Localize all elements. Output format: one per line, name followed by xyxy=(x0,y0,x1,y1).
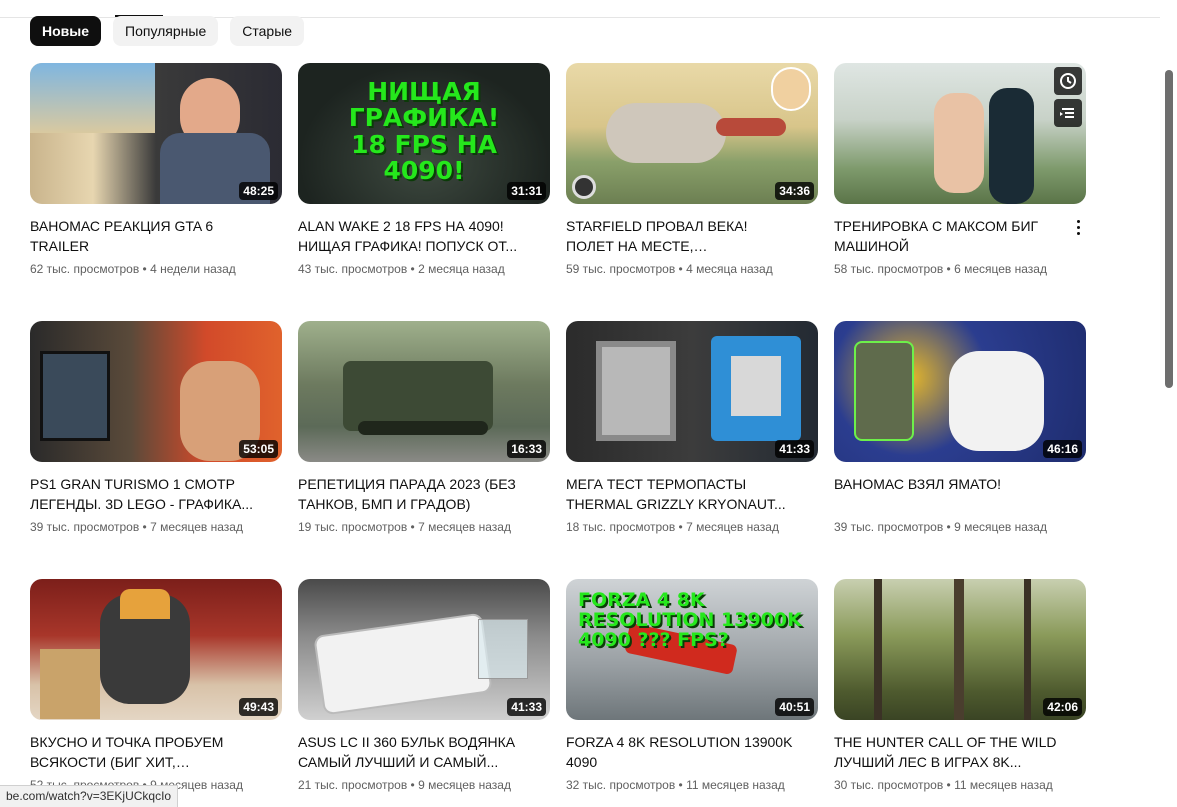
sort-chips: Новые Популярные Старые xyxy=(30,16,305,46)
video-thumbnail[interactable]: 46:16 xyxy=(834,321,1086,462)
video-card[interactable]: 49:43 ВКУСНО И ТОЧКА ПРОБУЕМ ВСЯКОСТИ (Б… xyxy=(30,579,282,807)
video-title[interactable]: THE HUNTER CALL OF THE WILD ЛУЧШИЙ ЛЕС В… xyxy=(834,732,1086,772)
video-thumbnail[interactable]: 16:33 xyxy=(298,321,550,462)
video-title[interactable]: ВКУСНО И ТОЧКА ПРОБУЕМ ВСЯКОСТИ (БИГ ХИТ… xyxy=(30,732,282,772)
video-duration: 49:43 xyxy=(239,698,278,716)
video-title[interactable]: РЕПЕТИЦИЯ ПАРАДА 2023 (БЕЗ ТАНКОВ, БМП И… xyxy=(298,474,550,514)
video-title[interactable]: FORZA 4 8K RESOLUTION 13900K 4090 xyxy=(566,732,818,772)
video-card[interactable]: ТРЕНИРОВКА С МАКСОМ БИГ МАШИНОЙ 58 тыс. … xyxy=(834,63,1086,321)
queue-icon xyxy=(1060,108,1074,118)
video-card[interactable]: 34:36 STARFIELD ПРОВАЛ ВЕКА! ПОЛЕТ НА МЕ… xyxy=(566,63,818,321)
video-meta: 18 тыс. просмотров • 7 месяцев назад xyxy=(566,520,779,534)
video-thumbnail[interactable]: 41:33 xyxy=(566,321,818,462)
video-grid: 48:25 ВАНОМАС РЕАКЦИЯ GTA 6 TRAILER 62 т… xyxy=(30,63,1086,807)
video-thumbnail[interactable]: 34:36 xyxy=(566,63,818,204)
link-status-bar: be.com/watch?v=3EKjUCkqcIo xyxy=(0,785,179,807)
video-title[interactable]: ASUS LC II 360 БУЛЬК ВОДЯНКА САМЫЙ ЛУЧШИ… xyxy=(298,732,550,772)
video-meta: 39 тыс. просмотров • 9 месяцев назад xyxy=(834,520,1047,534)
video-meta: 32 тыс. просмотров • 11 месяцев назад xyxy=(566,778,785,792)
video-title[interactable]: ALAN WAKE 2 18 FPS НА 4090! НИЩАЯ ГРАФИК… xyxy=(298,216,550,256)
scrollbar-thumb[interactable] xyxy=(1165,70,1173,388)
video-thumbnail[interactable]: НИЩАЯ ГРАФИКА! 18 FPS НА 4090! 31:31 xyxy=(298,63,550,204)
add-to-queue-button[interactable] xyxy=(1054,99,1082,127)
video-duration: 16:33 xyxy=(507,440,546,458)
video-card[interactable]: FORZA 4 8K RESOLUTION 13900K 4090 ??? FP… xyxy=(566,579,818,807)
view-count: 39 тыс. просмотров xyxy=(30,520,140,534)
video-title[interactable]: МЕГА ТЕСТ ТЕРМОПАСТЫ THERMAL GRIZZLY KRY… xyxy=(566,474,818,514)
video-thumbnail[interactable] xyxy=(834,63,1086,204)
upload-age: 7 месяцев назад xyxy=(418,520,511,534)
view-count: 19 тыс. просмотров xyxy=(298,520,408,534)
video-title[interactable]: ВАНОМАС РЕАКЦИЯ GTA 6 TRAILER xyxy=(30,216,282,256)
video-thumbnail[interactable]: 53:05 xyxy=(30,321,282,462)
view-count: 59 тыс. просмотров xyxy=(566,262,676,276)
view-count: 32 тыс. просмотров xyxy=(566,778,676,792)
video-duration: 41:33 xyxy=(507,698,546,716)
page-scrollbar[interactable] xyxy=(1161,0,1177,807)
video-meta: 21 тыс. просмотров • 9 месяцев назад xyxy=(298,778,511,792)
video-meta: 62 тыс. просмотров • 4 недели назад xyxy=(30,262,236,276)
video-card[interactable]: 41:33 ASUS LC II 360 БУЛЬК ВОДЯНКА САМЫЙ… xyxy=(298,579,550,807)
view-count: 30 тыс. просмотров xyxy=(834,778,944,792)
chip-popular[interactable]: Популярные xyxy=(113,16,219,46)
chip-oldest[interactable]: Старые xyxy=(230,16,305,46)
view-count: 18 тыс. просмотров xyxy=(566,520,676,534)
video-title[interactable]: ВАНОМАС ВЗЯЛ ЯМАТО! xyxy=(834,474,1086,514)
video-title[interactable]: PS1 GRAN TURISMO 1 СМОТР ЛЕГЕНДЫ. 3D LEG… xyxy=(30,474,282,514)
clock-icon xyxy=(1060,73,1076,89)
video-duration: 34:36 xyxy=(775,182,814,200)
video-meta: 43 тыс. просмотров • 2 месяца назад xyxy=(298,262,505,276)
video-meta: 19 тыс. просмотров • 7 месяцев назад xyxy=(298,520,511,534)
chip-newest[interactable]: Новые xyxy=(30,16,102,46)
video-card[interactable]: 16:33 РЕПЕТИЦИЯ ПАРАДА 2023 (БЕЗ ТАНКОВ,… xyxy=(298,321,550,579)
view-count: 62 тыс. просмотров xyxy=(30,262,140,276)
upload-age: 4 месяца назад xyxy=(686,262,773,276)
view-count: 21 тыс. просмотров xyxy=(298,778,408,792)
video-duration: 53:05 xyxy=(239,440,278,458)
video-card[interactable]: НИЩАЯ ГРАФИКА! 18 FPS НА 4090! 31:31 ALA… xyxy=(298,63,550,321)
video-title[interactable]: ТРЕНИРОВКА С МАКСОМ БИГ МАШИНОЙ xyxy=(834,216,1086,256)
upload-age: 9 месяцев назад xyxy=(954,520,1047,534)
upload-age: 2 месяца назад xyxy=(418,262,505,276)
video-card[interactable]: 42:06 THE HUNTER CALL OF THE WILD ЛУЧШИЙ… xyxy=(834,579,1086,807)
video-card[interactable]: 53:05 PS1 GRAN TURISMO 1 СМОТР ЛЕГЕНДЫ. … xyxy=(30,321,282,579)
upload-age: 9 месяцев назад xyxy=(418,778,511,792)
upload-age: 7 месяцев назад xyxy=(150,520,243,534)
video-duration: 31:31 xyxy=(507,182,546,200)
upload-age: 6 месяцев назад xyxy=(954,262,1047,276)
video-thumbnail[interactable]: 48:25 xyxy=(30,63,282,204)
more-options-button[interactable] xyxy=(1070,217,1086,237)
video-duration: 42:06 xyxy=(1043,698,1082,716)
video-thumbnail[interactable]: 42:06 xyxy=(834,579,1086,720)
thumbnail-caption: НИЩАЯ ГРАФИКА! 18 FPS НА 4090! xyxy=(348,77,500,185)
upload-age: 11 месяцев назад xyxy=(954,778,1053,792)
video-card[interactable]: 41:33 МЕГА ТЕСТ ТЕРМОПАСТЫ THERMAL GRIZZ… xyxy=(566,321,818,579)
upload-age: 4 недели назад xyxy=(150,262,236,276)
view-count: 39 тыс. просмотров xyxy=(834,520,944,534)
video-duration: 40:51 xyxy=(775,698,814,716)
video-duration: 46:16 xyxy=(1043,440,1082,458)
upload-age: 7 месяцев назад xyxy=(686,520,779,534)
thumbnail-caption: FORZA 4 8K RESOLUTION 13900K 4090 ??? FP… xyxy=(578,589,802,651)
video-card[interactable]: 48:25 ВАНОМАС РЕАКЦИЯ GTA 6 TRAILER 62 т… xyxy=(30,63,282,321)
video-duration: 41:33 xyxy=(775,440,814,458)
video-card[interactable]: 46:16 ВАНОМАС ВЗЯЛ ЯМАТО! 39 тыс. просмо… xyxy=(834,321,1086,579)
video-meta: 59 тыс. просмотров • 4 месяца назад xyxy=(566,262,773,276)
view-count: 43 тыс. просмотров xyxy=(298,262,408,276)
watch-later-button[interactable] xyxy=(1054,67,1082,95)
upload-age: 11 месяцев назад xyxy=(686,778,785,792)
video-title[interactable]: STARFIELD ПРОВАЛ ВЕКА! ПОЛЕТ НА МЕСТЕ, М… xyxy=(566,216,818,256)
video-meta: 58 тыс. просмотров • 6 месяцев назад xyxy=(834,262,1047,276)
video-thumbnail[interactable]: 49:43 xyxy=(30,579,282,720)
view-count: 58 тыс. просмотров xyxy=(834,262,944,276)
video-meta: 39 тыс. просмотров • 7 месяцев назад xyxy=(30,520,243,534)
video-duration: 48:25 xyxy=(239,182,278,200)
video-thumbnail[interactable]: 41:33 xyxy=(298,579,550,720)
video-thumbnail[interactable]: FORZA 4 8K RESOLUTION 13900K 4090 ??? FP… xyxy=(566,579,818,720)
video-meta: 30 тыс. просмотров • 11 месяцев назад xyxy=(834,778,1053,792)
more-vert-icon xyxy=(1076,219,1080,223)
